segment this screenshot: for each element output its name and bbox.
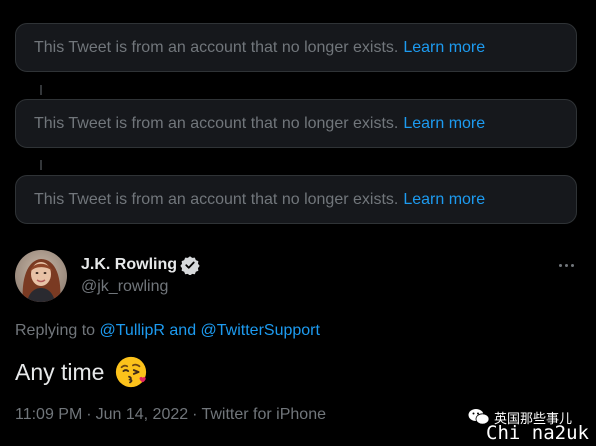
- verified-badge-icon: [180, 255, 200, 276]
- deleted-tweet-message: This Tweet is from an account that no lo…: [34, 190, 399, 208]
- separator-dot: ·: [86, 406, 92, 423]
- more-options-icon[interactable]: [554, 255, 578, 275]
- deleted-tweet-notice: This Tweet is from an account that no lo…: [15, 23, 577, 72]
- learn-more-link[interactable]: Learn more: [403, 115, 485, 133]
- separator-dot: ·: [192, 406, 198, 423]
- tweet-body: Any time: [15, 355, 148, 389]
- tweet-time[interactable]: 11:09 PM: [15, 406, 82, 423]
- mention-link[interactable]: @TwitterSupport: [201, 322, 320, 339]
- tweet-date[interactable]: Jun 14, 2022: [96, 406, 189, 423]
- profile-photo: [15, 250, 67, 302]
- deleted-tweet-message: This Tweet is from an account that no lo…: [34, 38, 399, 56]
- tweet-text: Any time: [15, 358, 105, 385]
- author-handle[interactable]: @jk_rowling: [81, 278, 168, 296]
- mention-link[interactable]: @TullipR: [100, 322, 165, 339]
- tweet-source[interactable]: Twitter for iPhone: [201, 406, 326, 423]
- thread-connector-line: [40, 160, 42, 170]
- author-name: J.K. Rowling: [81, 256, 177, 273]
- watermark-site-text: Chi na2uk: [486, 422, 589, 444]
- mention-joiner: and: [169, 322, 197, 339]
- deleted-tweet-notice: This Tweet is from an account that no lo…: [15, 99, 577, 148]
- replying-to-label: Replying to: [15, 322, 96, 339]
- learn-more-link[interactable]: Learn more: [403, 191, 485, 209]
- author-avatar[interactable]: [15, 250, 67, 302]
- learn-more-link[interactable]: Learn more: [403, 39, 485, 57]
- deleted-tweet-message: This Tweet is from an account that no lo…: [34, 114, 399, 132]
- watermark: 英国那些事儿 Chi na2uk: [458, 406, 596, 446]
- replying-to-line: Replying to @TullipR and @TwitterSupport: [15, 322, 320, 340]
- author-name-row[interactable]: J.K. Rowling: [81, 255, 200, 276]
- tweet-metadata: 11:09 PM · Jun 14, 2022 · Twitter for iPhone: [15, 406, 326, 424]
- deleted-tweet-notice: This Tweet is from an account that no lo…: [15, 175, 577, 224]
- thread-connector-line: [40, 85, 42, 95]
- face-blowing-kiss-emoji: [114, 355, 148, 389]
